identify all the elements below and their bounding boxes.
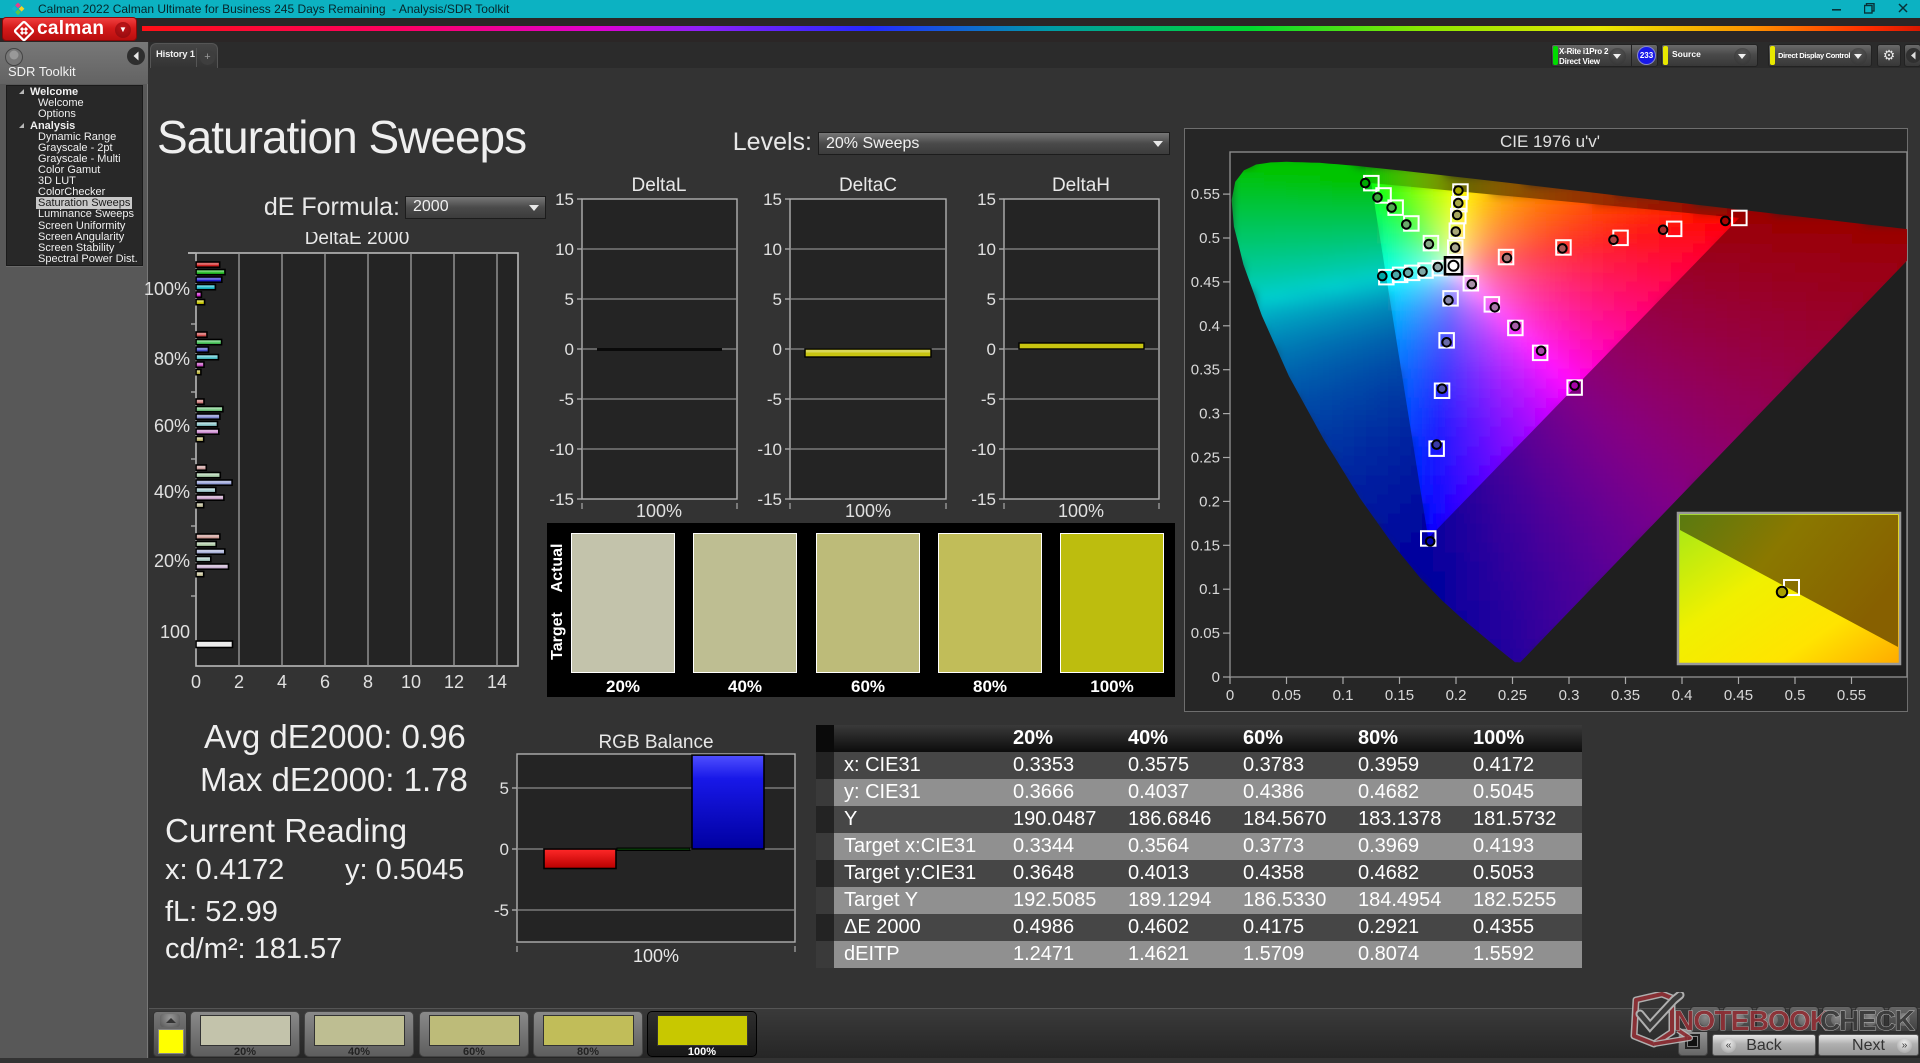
svg-text:0: 0 (500, 840, 509, 859)
svg-text:-5: -5 (981, 390, 996, 409)
svg-text:0.1: 0.1 (1199, 581, 1220, 598)
svg-text:10: 10 (401, 672, 421, 692)
svg-text:0: 0 (565, 340, 574, 359)
svg-text:100%: 100% (144, 279, 190, 299)
svg-text:0.2: 0.2 (1446, 687, 1467, 704)
svg-text:DeltaL: DeltaL (632, 175, 687, 196)
svg-text:8: 8 (363, 672, 373, 692)
svg-text:NOTEBOOK: NOTEBOOK (1674, 1005, 1830, 1036)
svg-text:0.5: 0.5 (1199, 230, 1220, 247)
svg-text:60%: 60% (154, 416, 190, 436)
svg-text:0.05: 0.05 (1272, 687, 1301, 704)
svg-text:-15: -15 (757, 490, 782, 509)
svg-text:5: 5 (565, 290, 574, 309)
svg-text:10: 10 (977, 240, 996, 259)
svg-text:0.15: 0.15 (1385, 687, 1414, 704)
svg-text:DeltaE 2000: DeltaE 2000 (305, 232, 410, 249)
svg-text:0.25: 0.25 (1498, 687, 1527, 704)
svg-text:-15: -15 (971, 490, 996, 509)
svg-text:2: 2 (234, 672, 244, 692)
svg-text:-5: -5 (767, 390, 782, 409)
svg-text:0.25: 0.25 (1191, 450, 1220, 467)
svg-text:DeltaH: DeltaH (1052, 175, 1110, 196)
svg-text:0.15: 0.15 (1191, 537, 1220, 554)
svg-text:5: 5 (773, 290, 782, 309)
svg-text:0: 0 (191, 672, 201, 692)
svg-text:0.55: 0.55 (1837, 687, 1866, 704)
svg-text:15: 15 (763, 190, 782, 209)
svg-text:0.2: 0.2 (1199, 493, 1220, 510)
svg-text:CIE 1976 u'v': CIE 1976 u'v' (1500, 132, 1600, 151)
svg-text:0.3: 0.3 (1199, 406, 1220, 423)
svg-text:CHECK: CHECK (1820, 1005, 1915, 1036)
svg-text:-5: -5 (494, 901, 509, 920)
svg-text:5: 5 (987, 290, 996, 309)
svg-text:-10: -10 (971, 440, 996, 459)
svg-text:14: 14 (487, 672, 507, 692)
svg-text:-10: -10 (549, 440, 574, 459)
svg-text:0.1: 0.1 (1333, 687, 1354, 704)
svg-text:0.4: 0.4 (1672, 687, 1693, 704)
svg-text:0.45: 0.45 (1191, 274, 1220, 291)
svg-text:15: 15 (555, 190, 574, 209)
svg-text:0.05: 0.05 (1191, 625, 1220, 642)
svg-text:0: 0 (773, 340, 782, 359)
svg-text:RGB Balance: RGB Balance (598, 732, 713, 753)
svg-text:0.3: 0.3 (1559, 687, 1580, 704)
svg-text:6: 6 (320, 672, 330, 692)
svg-text:0.4: 0.4 (1199, 318, 1220, 335)
svg-text:0: 0 (1226, 687, 1234, 704)
svg-text:80%: 80% (154, 349, 190, 369)
svg-text:100: 100 (160, 622, 190, 642)
svg-text:DeltaC: DeltaC (839, 175, 897, 196)
svg-text:-5: -5 (559, 390, 574, 409)
svg-text:10: 10 (555, 240, 574, 259)
svg-text:12: 12 (444, 672, 464, 692)
svg-text:4: 4 (277, 672, 287, 692)
svg-text:15: 15 (977, 190, 996, 209)
svg-text:0.35: 0.35 (1191, 362, 1220, 379)
svg-text:40%: 40% (154, 482, 190, 502)
svg-text:5: 5 (500, 779, 509, 798)
svg-text:-10: -10 (757, 440, 782, 459)
svg-text:0.5: 0.5 (1785, 687, 1806, 704)
svg-text:0.45: 0.45 (1724, 687, 1753, 704)
svg-text:100%: 100% (1058, 501, 1104, 520)
svg-text:-15: -15 (549, 490, 574, 509)
svg-text:0.55: 0.55 (1191, 186, 1220, 203)
svg-text:100%: 100% (633, 946, 679, 966)
svg-text:0: 0 (1212, 669, 1220, 686)
svg-text:0.35: 0.35 (1611, 687, 1640, 704)
svg-text:10: 10 (763, 240, 782, 259)
svg-text:0: 0 (987, 340, 996, 359)
svg-text:20%: 20% (154, 551, 190, 571)
svg-text:100%: 100% (636, 501, 682, 520)
svg-text:100%: 100% (845, 501, 891, 520)
